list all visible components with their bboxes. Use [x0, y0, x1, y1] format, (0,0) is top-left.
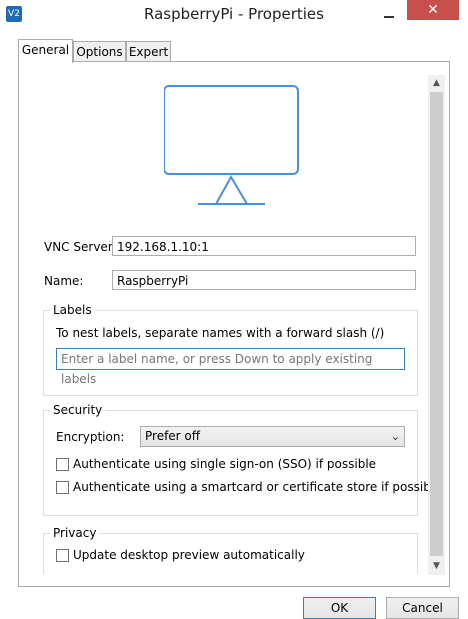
security-group-title: Security [50, 403, 106, 417]
title-bar: V2 RaspberryPi - Properties ✕ [0, 0, 468, 30]
sso-label: Authenticate using single sign-on (SSO) … [73, 457, 377, 471]
cancel-button[interactable]: Cancel [386, 597, 459, 619]
labels-hint: To nest labels, separate names with a fo… [56, 326, 385, 340]
smartcard-label: Authenticate using a smartcard or certif… [73, 480, 442, 494]
privacy-group-title: Privacy [50, 526, 100, 540]
desktop-preview-label: Update desktop preview automatically [73, 548, 305, 562]
minimize-icon[interactable] [380, 7, 398, 21]
encryption-value: Prefer off [145, 429, 201, 443]
scroll-down-icon[interactable]: ▼ [428, 558, 445, 575]
vnc-server-field[interactable]: 192.168.1.10:1 [112, 236, 416, 256]
monitor-icon [164, 85, 299, 205]
chevron-down-icon: ⌄ [390, 430, 400, 443]
ok-button[interactable]: OK [303, 597, 376, 619]
sso-checkbox[interactable] [56, 458, 69, 471]
tab-expert[interactable]: Expert [126, 41, 171, 62]
tab-options[interactable]: Options [73, 41, 126, 62]
label-input[interactable]: Enter a label name, or press Down to app… [56, 348, 405, 386]
properties-window: V2 RaspberryPi - Properties ✕ General Op… [0, 0, 468, 619]
scrollbar-thumb[interactable] [430, 92, 443, 556]
name-label: Name: [44, 274, 84, 288]
encryption-select[interactable]: Prefer off ⌄ [140, 426, 405, 447]
encryption-label: Encryption: [56, 430, 125, 444]
close-icon[interactable]: ✕ [407, 0, 459, 20]
vertical-scrollbar[interactable]: ▲ ▼ [428, 75, 445, 575]
name-field[interactable]: RaspberryPi [112, 270, 416, 290]
vnc-server-label: VNC Server: [44, 240, 117, 254]
scroll-up-icon[interactable]: ▲ [428, 75, 445, 92]
labels-group-title: Labels [50, 303, 95, 317]
smartcard-checkbox[interactable] [56, 481, 69, 494]
desktop-preview-checkbox[interactable] [56, 549, 69, 562]
tab-general[interactable]: General [18, 39, 73, 63]
